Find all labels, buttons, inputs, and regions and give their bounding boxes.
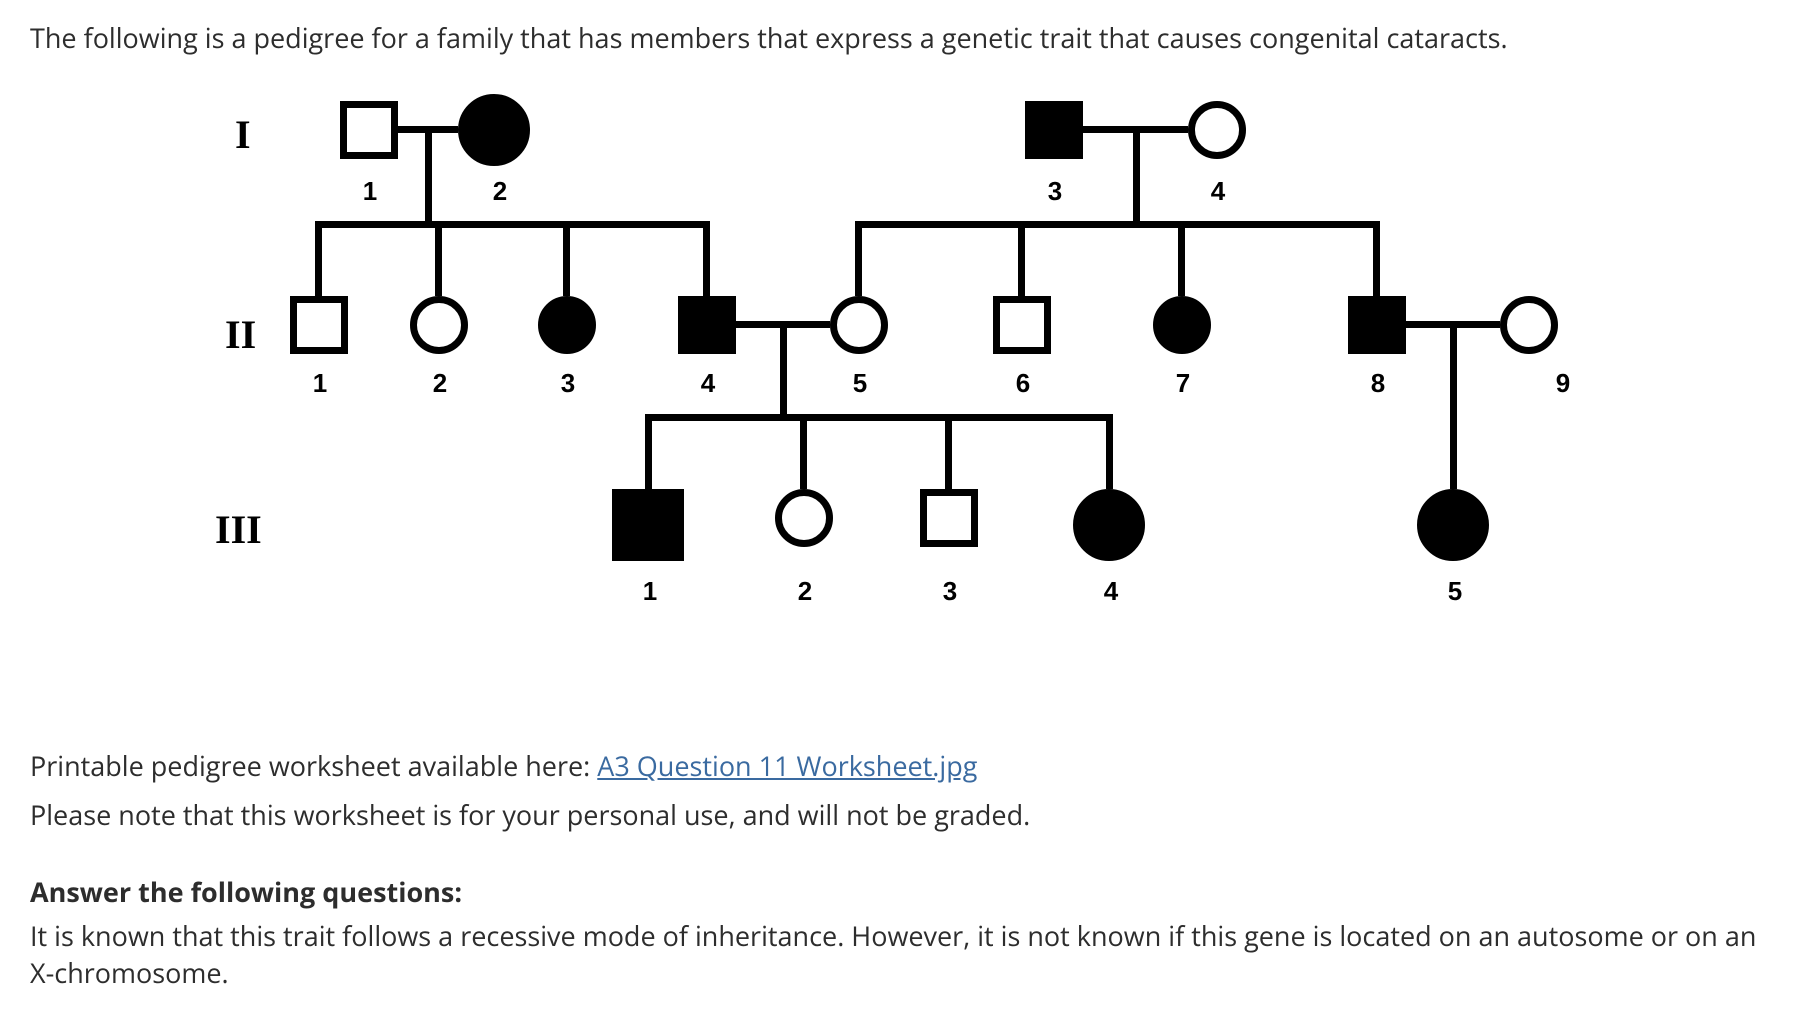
label-II-3: 3 — [553, 368, 583, 399]
mating-line-II8-II9 — [1406, 321, 1500, 328]
gen-2-label: II — [225, 311, 256, 358]
individual-I-4-female-unaffected — [1188, 101, 1246, 159]
mating-line-I1-I2 — [398, 126, 458, 133]
label-III-1: 1 — [635, 576, 665, 607]
pedigree-line — [1450, 328, 1457, 489]
pedigree-line — [780, 328, 787, 421]
pedigree-line — [1106, 414, 1113, 489]
label-II-6: 6 — [1008, 368, 1038, 399]
pedigree-line — [855, 221, 1380, 228]
gen-3-label: III — [215, 506, 262, 553]
pedigree-line — [1373, 221, 1380, 296]
answer-heading: Answer the following questions: — [30, 873, 1786, 910]
printable-prefix: Printable pedigree worksheet available h… — [30, 747, 597, 784]
label-I-4: 4 — [1203, 176, 1233, 207]
pedigree-line — [1018, 221, 1025, 296]
worksheet-note: Please note that this worksheet is for y… — [30, 795, 1786, 836]
individual-II-7-female-affected — [1153, 296, 1211, 354]
label-II-2: 2 — [425, 368, 455, 399]
gen-1-label: I — [235, 111, 251, 158]
label-III-3: 3 — [935, 576, 965, 607]
pedigree-line — [703, 221, 710, 296]
individual-II-4-male-affected — [678, 296, 736, 354]
label-II-8: 8 — [1363, 368, 1393, 399]
individual-I-3-male-affected — [1025, 101, 1083, 159]
label-III-4: 4 — [1096, 576, 1126, 607]
individual-II-3-female-affected — [538, 296, 596, 354]
pedigree-line — [645, 414, 652, 489]
individual-II-9-female-unaffected — [1500, 296, 1558, 354]
individual-II-1-male-unaffected — [290, 296, 348, 354]
individual-III-1-male-affected — [612, 489, 684, 561]
label-I-1: 1 — [355, 176, 385, 207]
pedigree-diagram: I II III 1 2 3 4 1 2 3 4 5 — [240, 96, 1740, 696]
label-II-4: 4 — [693, 368, 723, 399]
individual-II-6-male-unaffected — [993, 296, 1051, 354]
label-II-9: 9 — [1548, 368, 1578, 399]
individual-I-1-male-unaffected — [340, 101, 398, 159]
intro-text: The following is a pedigree for a family… — [30, 20, 1786, 56]
mating-line-I3-I4 — [1083, 126, 1188, 133]
label-II-7: 7 — [1168, 368, 1198, 399]
individual-III-3-male-unaffected — [920, 489, 978, 547]
pedigree-line — [1178, 221, 1185, 296]
individual-I-2-female-affected — [458, 94, 530, 166]
label-III-2: 2 — [790, 576, 820, 607]
pedigree-line — [945, 414, 952, 489]
individual-II-8-male-affected — [1348, 296, 1406, 354]
individual-III-4-female-affected — [1073, 489, 1145, 561]
label-I-3: 3 — [1040, 176, 1070, 207]
pedigree-line — [315, 221, 322, 296]
printable-line: Printable pedigree worksheet available h… — [30, 746, 1786, 787]
pedigree-line — [425, 133, 432, 228]
individual-III-2-female-unaffected — [775, 489, 833, 547]
pedigree-line — [855, 221, 862, 296]
question-body: It is known that this trait follows a re… — [30, 918, 1786, 991]
pedigree-line — [1133, 133, 1140, 228]
label-I-2: 2 — [485, 176, 515, 207]
individual-III-5-female-affected — [1417, 489, 1489, 561]
individual-II-5-female-unaffected — [830, 296, 888, 354]
pedigree-line — [435, 221, 442, 296]
mating-line-II4-II5 — [736, 321, 830, 328]
pedigree-line — [563, 221, 570, 296]
worksheet-link[interactable]: A3 Question 11 Worksheet.jpg — [597, 747, 977, 784]
label-II-1: 1 — [305, 368, 335, 399]
label-II-5: 5 — [845, 368, 875, 399]
individual-II-2-female-unaffected — [410, 296, 468, 354]
pedigree-line — [645, 414, 1113, 421]
pedigree-line — [800, 414, 807, 489]
pedigree-line — [315, 221, 710, 228]
label-III-5: 5 — [1440, 576, 1470, 607]
